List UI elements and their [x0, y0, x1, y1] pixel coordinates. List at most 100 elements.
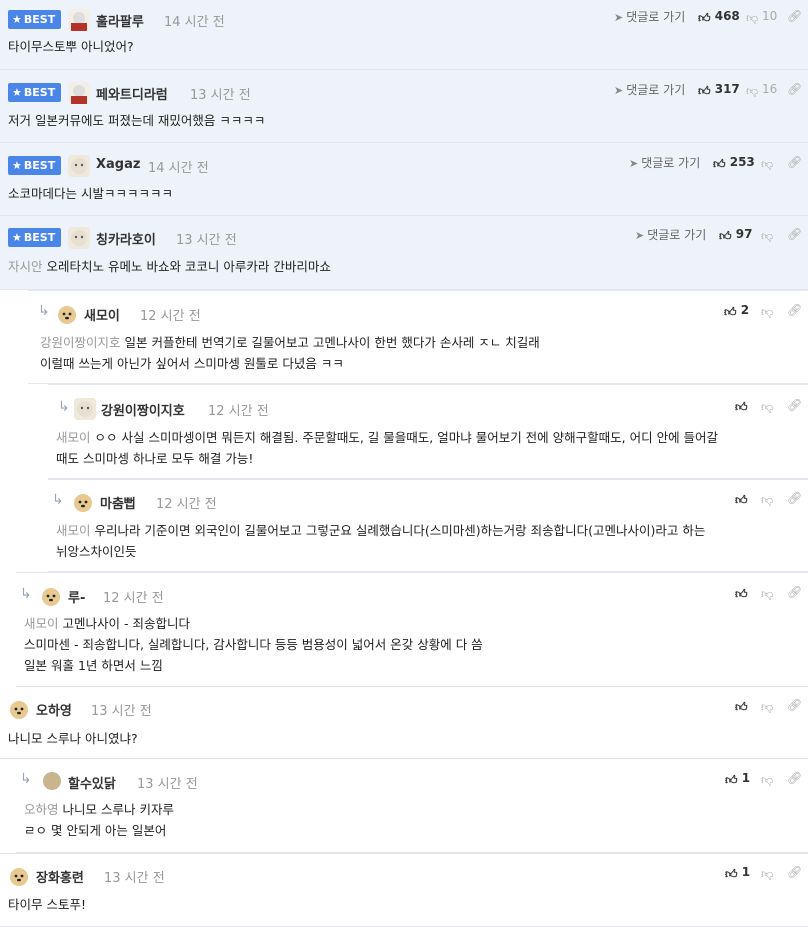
timestamp: 12 시간 전 — [208, 404, 269, 419]
avatar[interactable] — [8, 865, 30, 887]
downvote-button[interactable]: 👎︎ — [761, 585, 773, 602]
downvote-button[interactable]: 👎︎ 10 — [746, 9, 777, 26]
link-icon[interactable]: 🔗︎ — [787, 303, 802, 317]
nickname[interactable]: 장화홍련 — [36, 867, 84, 886]
nickname[interactable]: 새모이 — [84, 305, 120, 324]
downvote-button[interactable]: 👎︎ — [761, 698, 773, 715]
nickname[interactable]: 페와트디라럼 — [96, 84, 168, 103]
reply-item: ↳ 마춤뻡 12 시간 전 👍︎ 👎︎ 🔗︎ 새모이 우리나라 기준이면 외국인이… — [48, 479, 808, 572]
comment-item: ★ BEST 훌라팔루 14 시간 전 ➤ 댓글로 가기 👍︎ 468 👎︎ 10 … — [0, 0, 808, 70]
goto-comment-link[interactable]: ➤ 댓글로 가기 — [635, 226, 706, 243]
link-icon[interactable]: 🔗︎ — [787, 155, 802, 169]
link-icon[interactable]: 🔗︎ — [787, 698, 802, 712]
timestamp: 12 시간 전 — [156, 497, 217, 512]
nickname[interactable]: 칭카라호이 — [96, 229, 156, 248]
comment-item: ★ BEST 칭카라호이 13 시간 전 ➤ 댓글로 가기 👍︎ 97 👎︎ 🔗︎ … — [0, 216, 808, 290]
avatar[interactable] — [68, 227, 90, 249]
link-icon[interactable]: 🔗︎ — [787, 82, 802, 96]
nickname[interactable]: 루- — [68, 587, 85, 606]
thumbs-down-icon: 👎︎ — [761, 773, 774, 787]
comment-text: 소코마데다는 시발ㅋㅋㅋㅋㅋㅋ — [8, 186, 173, 201]
mention[interactable]: 자시안 — [8, 259, 43, 274]
avatar[interactable] — [74, 398, 96, 420]
upvote-button[interactable]: 👍︎ 317 — [698, 82, 740, 99]
timestamp: 12 시간 전 — [103, 591, 164, 606]
downvote-button[interactable]: 👎︎ — [761, 398, 773, 415]
mention[interactable]: 새모이 — [56, 523, 91, 538]
avatar[interactable] — [72, 491, 94, 513]
downvote-button[interactable]: 👎︎ — [761, 303, 773, 320]
upvote-button[interactable]: 👍︎ 253 — [713, 155, 755, 172]
nickname[interactable]: 강원이짱이지호 — [101, 400, 185, 419]
link-icon[interactable]: 🔗︎ — [787, 865, 802, 879]
thumbs-down-icon: 👎︎ — [761, 700, 774, 714]
upvote-button[interactable]: 👍︎ 97 — [719, 227, 752, 244]
thumbs-down-icon: 👎︎ — [761, 587, 774, 601]
avatar[interactable] — [68, 9, 90, 31]
thumbs-up-icon: 👍︎ — [698, 11, 711, 25]
upvote-button[interactable]: 👍︎ — [735, 398, 748, 415]
nickname[interactable]: 할수있닭 — [68, 773, 116, 792]
avatar[interactable] — [42, 771, 62, 791]
link-icon[interactable]: 🔗︎ — [787, 227, 802, 241]
downvote-button[interactable]: 👎︎ 16 — [746, 82, 777, 99]
reply-item: ↳ 강원이짱이지호 12 시간 전 👍︎ 👎︎ 🔗︎ 새모이 ㅇㅇ 사실 스미마셍… — [48, 384, 808, 479]
downvote-button[interactable]: 👎︎ — [761, 771, 773, 788]
goto-comment-link[interactable]: ➤ 댓글로 가기 — [614, 81, 685, 98]
link-icon[interactable]: 🔗︎ — [787, 771, 802, 785]
comment-item: ★ BEST Xagaz 14 시간 전 ➤ 댓글로 가기 👍︎ 253 👎︎ 🔗︎… — [0, 143, 808, 216]
link-icon[interactable]: 🔗︎ — [787, 491, 802, 505]
avatar[interactable] — [56, 303, 78, 325]
avatar[interactable] — [40, 585, 62, 607]
reply-arrow-icon: ↳ — [38, 303, 50, 319]
comment-text: 오하영 나니모 스루나 키자루 ㄹㅇ 몇 안되게 아는 일본어 — [24, 802, 174, 838]
mention[interactable]: 오하영 — [24, 802, 59, 817]
comment-text: 새모이 고멘나사이 - 죄송합니다 스미마센 - 죄송합니다, 실례합니다, 감사… — [24, 616, 483, 673]
downvote-button[interactable]: 👎︎ — [761, 227, 773, 244]
upvote-button[interactable]: 👍︎ — [735, 491, 748, 508]
reply-item: ↳ 루- 12 시간 전 👍︎ 👎︎ 🔗︎ 새모이 고멘나사이 - 죄송합니다 스… — [16, 572, 808, 687]
nickname[interactable]: 마춤뻡 — [100, 493, 136, 512]
goto-comment-link[interactable]: ➤ 댓글로 가기 — [614, 8, 685, 25]
timestamp: 13 시간 전 — [137, 777, 198, 792]
goto-comment-link[interactable]: ➤ 댓글로 가기 — [629, 154, 700, 171]
thumbs-up-icon: 👍︎ — [735, 700, 748, 714]
upvote-button[interactable]: 👍︎ 1 — [725, 865, 750, 882]
nickname[interactable]: 오하영 — [36, 700, 72, 719]
avatar[interactable] — [68, 155, 90, 177]
timestamp: 13 시간 전 — [190, 88, 251, 103]
thumbs-up-icon: 👍︎ — [725, 867, 738, 881]
downvote-button[interactable]: 👎︎ — [761, 865, 773, 882]
mention[interactable]: 새모이 — [56, 430, 91, 445]
timestamp: 13 시간 전 — [91, 704, 152, 719]
comment-text: 저거 일본커뮤에도 퍼졌는데 재밌어했음 ㅋㅋㅋㅋ — [8, 113, 266, 128]
downvote-button[interactable]: 👎︎ — [761, 155, 773, 172]
link-icon[interactable]: 🔗︎ — [787, 585, 802, 599]
thumbs-up-icon: 👍︎ — [735, 400, 748, 414]
upvote-button[interactable]: 👍︎ 1 — [725, 771, 750, 788]
link-icon[interactable]: 🔗︎ — [787, 398, 802, 412]
timestamp: 12 시간 전 — [140, 309, 201, 324]
avatar[interactable] — [68, 82, 90, 104]
send-icon: ➤ — [614, 11, 624, 24]
thumbs-up-icon: 👍︎ — [698, 84, 711, 98]
nickname[interactable]: Xagaz — [96, 157, 140, 172]
star-icon: ★ — [12, 159, 22, 172]
upvote-button[interactable]: 👍︎ 2 — [724, 303, 749, 320]
comment-text: 타이무스토뿌 아니었어? — [8, 39, 134, 54]
avatar[interactable] — [8, 698, 30, 720]
star-icon: ★ — [12, 231, 22, 244]
upvote-button[interactable]: 👍︎ 468 — [698, 9, 740, 26]
comment-text: 타이무 스토푸! — [8, 897, 86, 912]
nickname[interactable]: 훌라팔루 — [96, 11, 144, 30]
mention[interactable]: 강원이짱이지호 — [40, 335, 121, 350]
upvote-button[interactable]: 👍︎ — [735, 585, 748, 602]
upvote-button[interactable]: 👍︎ — [735, 698, 748, 715]
downvote-button[interactable]: 👎︎ — [761, 491, 773, 508]
link-icon[interactable]: 🔗︎ — [787, 9, 802, 23]
star-icon: ★ — [12, 13, 22, 26]
best-badge: ★ BEST — [8, 10, 62, 29]
thumbs-down-icon: 👎︎ — [761, 867, 774, 881]
thumbs-down-icon: 👎︎ — [761, 305, 774, 319]
mention[interactable]: 새모이 — [24, 616, 59, 631]
